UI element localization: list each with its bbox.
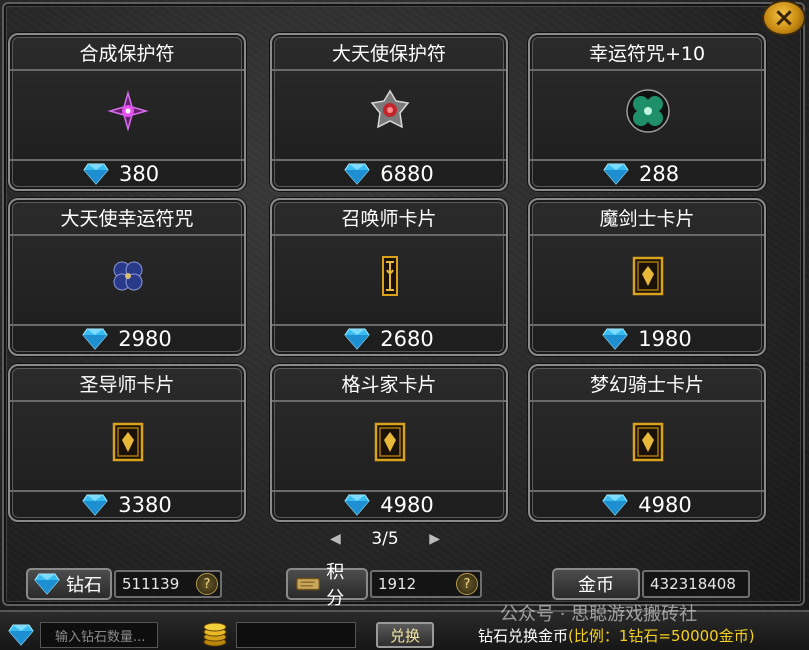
gold-label-box: 金币 [552,568,640,600]
diamond-icon [344,494,370,516]
item-card[interactable]: 格斗家卡片 4980 [270,364,508,522]
item-name: 幸运符咒+10 [530,39,764,71]
diamond-label-box: 钻石 [26,568,112,600]
diamond-icon [602,494,628,516]
diamond-icon [603,163,629,185]
red-crest-icon [370,89,410,129]
item-name: 大天使保护符 [272,39,506,71]
item-card[interactable]: 圣导师卡片 3380 [8,364,246,522]
item-name: 魔剑士卡片 [530,204,764,236]
summoner-card-icon [382,256,398,296]
item-price-row: 380 [10,159,244,187]
item-card[interactable]: 幸运符咒+10 288 [528,33,766,191]
item-card[interactable]: 大天使幸运符咒 2980 [8,198,246,356]
item-price-row: 2680 [272,324,506,352]
gold-balance: 金币 432318408 [552,567,750,601]
diamond-icon [82,328,108,350]
dark-lord-card-icon [112,422,144,462]
item-card[interactable]: 梦幻骑士卡片 4980 [528,364,766,522]
knight-card-icon [632,422,664,462]
item-price-row: 1980 [530,324,764,352]
item-name: 圣导师卡片 [10,370,244,402]
diamond-icon [34,573,60,595]
diamond-icon [602,328,628,350]
item-price-row: 2980 [10,324,244,352]
points-help-icon[interactable]: ? [456,573,478,595]
item-price: 1980 [638,327,692,351]
item-price: 288 [639,162,680,186]
item-card[interactable]: 合成保护符 380 [8,33,246,191]
diamond-amount-input[interactable]: 输入钻石数量... [40,622,158,648]
item-price: 2680 [380,327,434,351]
points-label: 积分 [326,562,345,609]
exchange-label: 钻石兑换金币 [478,626,569,645]
item-price: 4980 [638,493,692,517]
item-price-row: 6880 [272,159,506,187]
item-price-row: 3380 [10,490,244,518]
item-name: 召唤师卡片 [272,204,506,236]
gold-value: 432318408 [642,570,750,598]
diamond-help-icon[interactable]: ? [196,573,218,595]
fighter-card-icon [374,422,406,462]
exchange-button[interactable]: 兑换 [376,622,434,648]
diamond-icon [82,494,108,516]
points-label-box: 积分 [286,562,368,609]
gold-label: 金币 [578,575,614,596]
purple-gem-cross-icon [107,90,149,132]
green-clover-charm-icon [626,89,670,133]
magic-gladiator-card-icon [632,256,664,296]
close-icon: × [773,3,795,33]
item-price-row: 4980 [530,490,764,518]
item-card[interactable]: 魔剑士卡片 1980 [528,198,766,356]
item-name: 大天使幸运符咒 [10,204,244,236]
diamond-balance: 钻石 511139 ? [26,567,222,601]
item-card[interactable]: 大天使保护符 6880 [270,33,508,191]
scroll-icon [296,577,321,591]
item-price: 4980 [380,493,434,517]
exchange-rate: (比例：1钻石=50000金币) [568,626,755,645]
diamond-icon [8,624,34,646]
item-price: 6880 [380,162,434,186]
prev-page-icon[interactable]: ◀ [330,531,341,547]
diamond-icon [83,163,109,185]
page-indicator: 3/5 [371,529,399,549]
watermark: 公众号 · 思聪游戏搬砖社 [500,604,698,625]
item-price-row: 288 [530,159,764,187]
diamond-label: 钻石 [66,575,102,596]
points-balance: 积分 1912 ? [286,562,482,609]
diamond-icon [344,328,370,350]
blue-clover-charm-icon [113,261,143,291]
item-name: 合成保护符 [10,39,244,71]
gold-amount-output [236,622,356,648]
close-button[interactable]: × [762,0,806,36]
item-price: 380 [119,162,160,186]
item-price: 3380 [118,493,172,517]
next-page-icon[interactable]: ▶ [429,531,440,547]
item-price-row: 4980 [272,490,506,518]
item-name: 梦幻骑士卡片 [530,370,764,402]
item-price: 2980 [118,327,172,351]
item-card[interactable]: 召唤师卡片 2680 [270,198,508,356]
pagination: ◀ 3/5 ▶ [330,526,440,552]
item-name: 格斗家卡片 [272,370,506,402]
gold-coins-icon [203,622,227,647]
diamond-icon [344,163,370,185]
